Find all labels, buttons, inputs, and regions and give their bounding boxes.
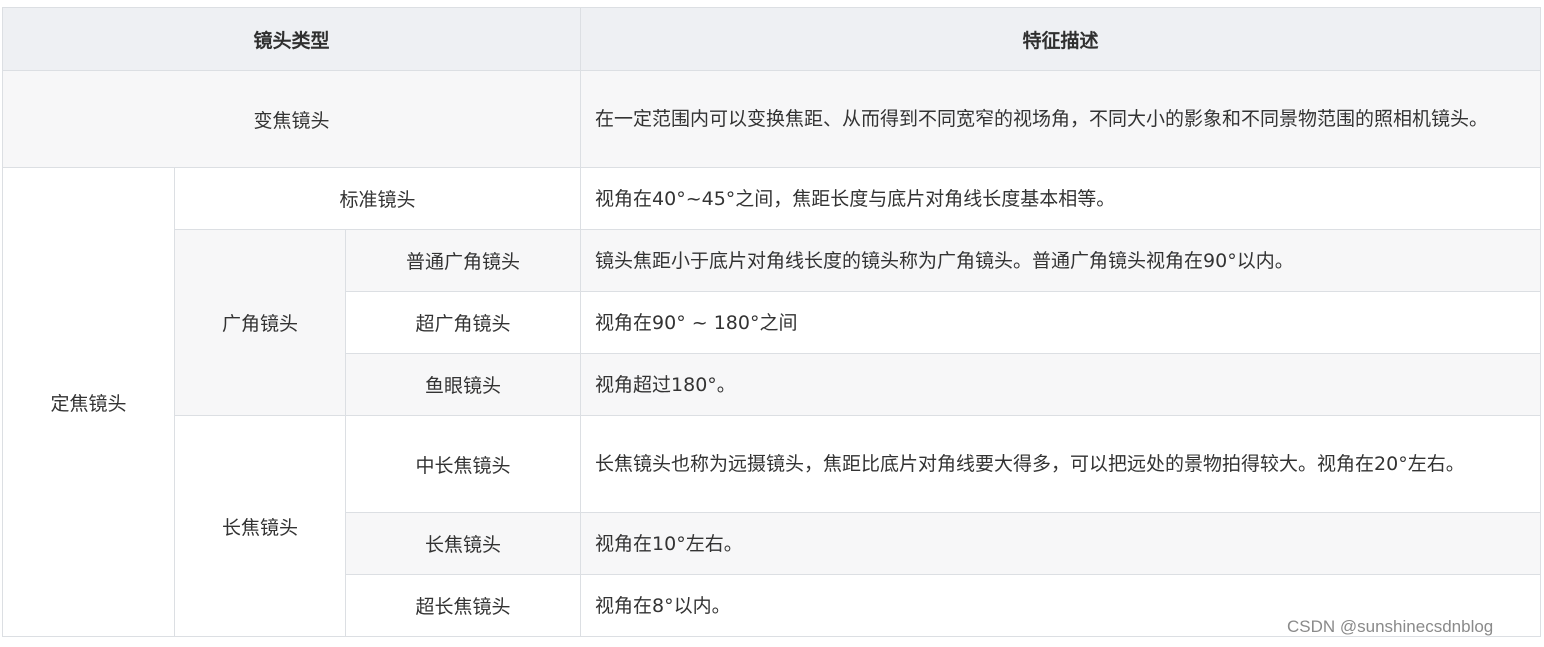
ultra-wide-lens-desc: 视角在90° ~ 180°之间 — [580, 291, 1542, 354]
lens-type-table: 镜头类型 特征描述 变焦镜头 在一定范围内可以变换焦距、从而得到不同宽窄的视场角… — [1, 7, 1542, 637]
table-row: 定焦镜头 标准镜头 视角在40°~45°之间，焦距长度与底片对角线长度基本相等。 — [2, 167, 1542, 637]
normal-wide-lens-desc: 镜头焦距小于底片对角线长度的镜头称为广角镜头。普通广角镜头视角在90°以内。 — [580, 229, 1542, 292]
mid-tele-lens-cell: 中长焦镜头 — [344, 415, 582, 513]
standard-lens-desc: 视角在40°~45°之间，焦距长度与底片对角线长度基本相等。 — [580, 167, 1542, 230]
page: 镜头类型 特征描述 变焦镜头 在一定范围内可以变换焦距、从而得到不同宽窄的视场角… — [0, 0, 1544, 647]
mid-tele-lens-desc: 长焦镜头也称为远摄镜头，焦距比底片对角线要大得多，可以把远处的景物拍得较大。视角… — [580, 415, 1542, 513]
zoom-lens-cell: 变焦镜头 — [1, 70, 582, 168]
table-row: 变焦镜头 在一定范围内可以变换焦距、从而得到不同宽窄的视场角，不同大小的影象和不… — [1, 70, 1542, 168]
ultra-wide-lens-cell: 超广角镜头 — [344, 291, 582, 354]
normal-wide-lens-cell: 普通广角镜头 — [344, 229, 582, 292]
standard-lens-cell: 标准镜头 — [173, 167, 582, 230]
header-lens-type: 镜头类型 — [1, 7, 582, 71]
zoom-lens-desc: 在一定范围内可以变换焦距、从而得到不同宽窄的视场角，不同大小的影象和不同景物范围… — [580, 70, 1542, 168]
super-tele-lens-cell: 超长焦镜头 — [344, 574, 582, 637]
fisheye-lens-desc: 视角超过180°。 — [580, 353, 1542, 416]
telephoto-lens-cell: 长焦镜头 — [174, 415, 346, 637]
tele-lens-cell: 长焦镜头 — [344, 512, 582, 575]
table-row: 长焦镜头 中长焦镜头 长焦镜头也称为远摄镜头，焦距比底片对角线要大得多，可以把远… — [3, 415, 1542, 637]
fisheye-lens-cell: 鱼眼镜头 — [344, 353, 582, 416]
table-header-row: 镜头类型 特征描述 — [1, 7, 1542, 71]
header-feature-desc: 特征描述 — [580, 7, 1542, 71]
table-row: 广角镜头 普通广角镜头 镜头焦距小于底片对角线长度的镜头称为广角镜头。普通广角镜… — [3, 229, 1542, 416]
tele-lens-desc: 视角在10°左右。 — [580, 512, 1542, 575]
csdn-watermark: CSDN @sunshinecsdnblog — [1287, 617, 1494, 636]
wide-angle-lens-cell: 广角镜头 — [174, 229, 346, 416]
fixed-focus-lens-cell: 定焦镜头 — [2, 167, 175, 637]
